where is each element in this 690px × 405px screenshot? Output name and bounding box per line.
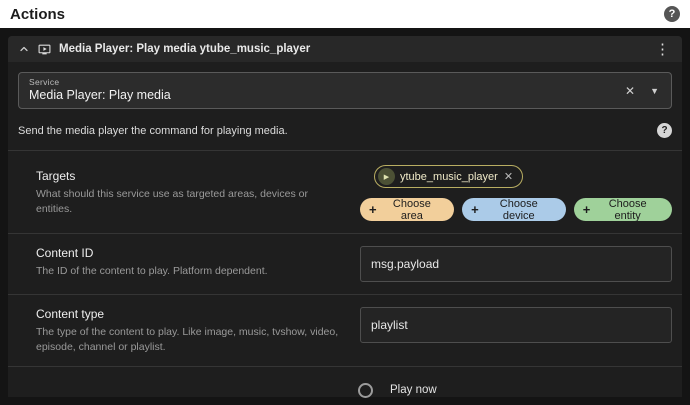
plus-icon: + <box>471 203 479 216</box>
entity-play-icon: ▶ <box>378 168 395 185</box>
choose-buttons: + Choose area + Choose device + Choose e… <box>360 198 672 221</box>
action-title: Media Player: Play media ytube_music_pla… <box>59 43 645 55</box>
choose-area-label: Choose area <box>382 198 443 222</box>
targets-description: What should this service use as targeted… <box>36 187 341 216</box>
content-type-input[interactable]: playlist <box>360 307 672 343</box>
collapse-chevron-icon[interactable] <box>18 43 30 55</box>
dropdown-caret-icon[interactable]: ▼ <box>650 86 659 96</box>
content-type-description: The type of the content to play. Like im… <box>36 325 341 354</box>
content-id-description: The ID of the content to play. Platform … <box>36 264 341 279</box>
actions-header: Actions ? <box>0 0 690 28</box>
actions-screen: Actions ? Media Player: Play media ytube… <box>0 0 690 405</box>
choose-entity-label: Choose entity <box>595 198 660 222</box>
choose-device-label: Choose device <box>484 198 554 222</box>
service-select[interactable]: Service Media Player: Play media ✕ ▼ <box>18 72 672 109</box>
action-card: Media Player: Play media ytube_music_pla… <box>8 36 682 397</box>
choose-entity-button[interactable]: + Choose entity <box>574 198 672 221</box>
enqueue-options: Play now Play next <box>8 375 682 405</box>
service-field-value: Media Player: Play media <box>29 88 611 102</box>
service-field-label: Service <box>29 77 611 87</box>
actions-panel: Media Player: Play media ytube_music_pla… <box>0 28 690 405</box>
content-type-label: Content type <box>36 307 344 321</box>
entity-chip[interactable]: ▶ ytube_music_player ✕ <box>374 165 523 188</box>
service-description: Send the media player the command for pl… <box>18 125 288 137</box>
entity-chip-label: ytube_music_player <box>400 171 498 183</box>
divider <box>8 366 682 367</box>
targets-label: Targets <box>36 169 344 183</box>
service-description-row: Send the media player the command for pl… <box>8 109 682 150</box>
action-card-header[interactable]: Media Player: Play media ytube_music_pla… <box>8 36 682 62</box>
play-now-option[interactable]: Play now <box>358 375 682 405</box>
choose-device-button[interactable]: + Choose device <box>462 198 566 221</box>
clear-icon[interactable]: ✕ <box>625 84 635 98</box>
play-now-label: Play now <box>390 384 437 396</box>
help-icon[interactable]: ? <box>664 6 680 22</box>
content-id-input[interactable]: msg.payload <box>360 246 672 282</box>
page-title: Actions <box>10 6 65 23</box>
choose-area-button[interactable]: + Choose area <box>360 198 454 221</box>
kebab-menu-icon[interactable]: ⋮ <box>653 42 672 57</box>
media-player-icon <box>38 43 51 56</box>
content-id-row: Content ID The ID of the content to play… <box>8 234 682 294</box>
radio-button-icon[interactable] <box>358 383 373 398</box>
content-id-label: Content ID <box>36 246 344 260</box>
chip-remove-icon[interactable]: ✕ <box>504 170 513 183</box>
service-help-icon[interactable]: ? <box>657 123 672 138</box>
targets-row: Targets What should this service use as … <box>8 151 682 233</box>
content-type-row: Content type The type of the content to … <box>8 295 682 366</box>
plus-icon: + <box>369 203 377 216</box>
plus-icon: + <box>583 203 591 216</box>
